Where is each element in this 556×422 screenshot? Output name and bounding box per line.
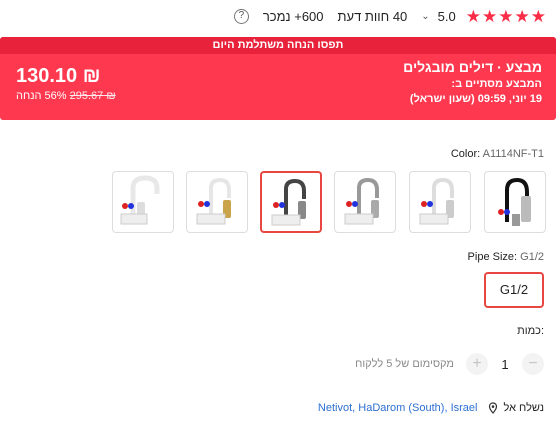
increase-quantity-button[interactable]: + (466, 353, 488, 375)
chevron-down-icon[interactable]: ⌄ (421, 11, 429, 22)
deal-title: מבצע · דילים מובגלים (403, 59, 542, 75)
location-pin-icon (487, 402, 499, 414)
swatch-white[interactable] (409, 171, 471, 233)
shipping-location-link[interactable]: Netivot, HaDarom (South), Israel (318, 402, 478, 414)
black-flexible-faucet-icon (498, 177, 531, 226)
decrease-quantity-button[interactable]: − (522, 353, 544, 375)
star-icon: ★ (514, 7, 530, 26)
pipe-size-label-text: Pipe Size: (467, 251, 518, 263)
shipping-row: נשלח אל Netivot, HaDarom (South), Israel (318, 402, 544, 414)
white-faucet-icon (419, 177, 454, 225)
deal-info: מבצע · דילים מובגלים המבצע מסתיים ב: 19 … (403, 59, 542, 105)
reviews-count[interactable]: 40 חוות דעת (338, 9, 408, 24)
swatch-black-flexible[interactable] (484, 171, 546, 233)
white-curved-faucet-icon (120, 175, 160, 225)
quantity-stepper: − 1 + מקסימום של 5 ללקוח (355, 353, 544, 375)
star-icon: ★ (498, 7, 514, 26)
original-price: ₪ 295.67 (69, 90, 116, 102)
discount-badge: 56% הנחה (16, 90, 67, 102)
pipe-size-option[interactable]: G1/2 (484, 272, 544, 308)
swatch-black-gray[interactable] (260, 171, 322, 233)
deal-ends-time: 19 יוני, 09:59 (שעון ישראל) (409, 93, 542, 105)
chrome-faucet-icon (344, 177, 379, 225)
help-icon[interactable]: ? (233, 9, 249, 24)
swatch-chrome[interactable] (334, 171, 396, 233)
pipe-size-value: G1/2 (520, 251, 544, 263)
rating-stars[interactable]: ★ ★ ★ ★ ★ (466, 8, 546, 25)
sold-count: 600+ נמכר (262, 9, 324, 24)
color-value: A1114NF-T1 (482, 148, 544, 160)
swatch-white-curved[interactable] (112, 171, 174, 233)
current-price: ₪ 130.10 (16, 65, 101, 87)
color-label-text: Color: (450, 148, 481, 160)
banner-headline: תפסו הנחה משתלמת היום (0, 37, 556, 54)
star-icon: ★ (482, 7, 498, 26)
star-icon: ★ (465, 7, 481, 26)
star-icon: ★ (530, 7, 546, 26)
gold-white-faucet-icon (196, 177, 231, 225)
price-block: ₪ 130.10 ₪ 295.67 56% הנחה (16, 64, 116, 102)
deal-ends-label: המבצע מסתיים ב: (451, 78, 542, 90)
black-gray-faucet-icon (271, 178, 306, 226)
promo-banner: תפסו הנחה משתלמת היום מבצע · דילים מובגל… (0, 37, 556, 120)
rating-value[interactable]: 5.0 (438, 9, 456, 24)
quantity-value[interactable]: 1 (496, 357, 514, 372)
quantity-label: כמות: (517, 325, 544, 337)
color-swatches (112, 171, 546, 233)
swatch-gold-white[interactable] (186, 171, 248, 233)
price-details: ₪ 295.67 56% הנחה (16, 90, 116, 102)
ship-to-label: נשלח אל (503, 402, 544, 414)
pipe-size-label: Pipe Size: G1/2 (468, 251, 544, 263)
max-quantity-note: מקסימום של 5 ללקוח (355, 358, 454, 370)
rating-row: ★ ★ ★ ★ ★ 5.0 ⌄ 40 חוות דעת 600+ נמכר ? (233, 8, 546, 25)
color-label: Color: A1114NF-T1 (451, 148, 544, 160)
